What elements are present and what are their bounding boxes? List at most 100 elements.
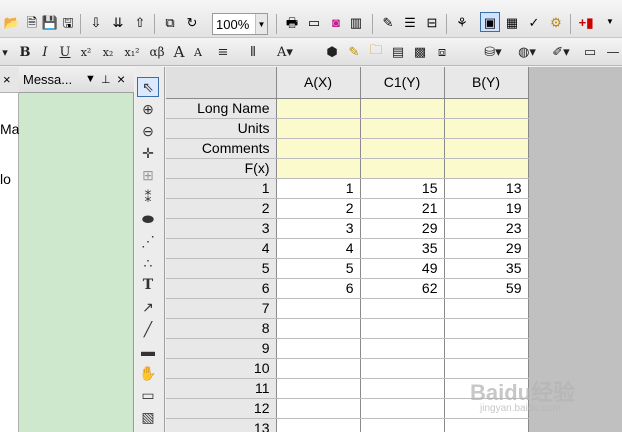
label-cell[interactable] — [444, 118, 529, 139]
italic-button[interactable]: I — [36, 42, 54, 62]
pin-icon[interactable]: ⊥ — [101, 73, 111, 86]
region-select-icon[interactable]: ▭ — [137, 385, 159, 405]
data-cell[interactable] — [360, 338, 445, 359]
folder-icon[interactable]: 🗀 — [366, 42, 386, 62]
import-icon[interactable]: ⇩ — [86, 12, 106, 32]
data-cell[interactable] — [276, 318, 361, 339]
fill-color-icon[interactable]: ⛁▾ — [478, 42, 508, 62]
greek-button[interactable]: αβ — [146, 42, 168, 62]
data-cell[interactable] — [444, 418, 529, 432]
print-icon[interactable]: 🖶 — [282, 12, 302, 32]
text-tool-icon[interactable]: T — [137, 275, 159, 295]
data-display-icon[interactable]: ▣ — [480, 12, 500, 32]
data-cell[interactable] — [360, 358, 445, 379]
label-cell[interactable] — [444, 98, 529, 119]
data-cell[interactable]: 35 — [360, 238, 445, 259]
pointer-icon[interactable]: ⇖ — [137, 77, 159, 97]
data-cell[interactable]: 15 — [360, 178, 445, 199]
column-header[interactable]: A(X) — [276, 67, 361, 99]
save-template-icon[interactable]: 🗎 — [22, 12, 42, 32]
close-icon[interactable]: × — [117, 71, 125, 87]
subscript-button[interactable]: x₂ — [98, 42, 118, 62]
zoom-panel-icon[interactable]: ▧ — [137, 407, 159, 427]
data-cell[interactable]: 5 — [276, 258, 361, 279]
data-cell[interactable]: 29 — [444, 238, 529, 259]
label-cell[interactable] — [444, 158, 529, 179]
row-header[interactable]: 8 — [166, 318, 277, 339]
select-all-corner[interactable] — [166, 67, 277, 99]
label-cell[interactable] — [360, 118, 445, 139]
row-header[interactable]: 10 — [166, 358, 277, 379]
save-icon[interactable]: 💾 — [40, 12, 60, 32]
label-cell[interactable] — [276, 118, 361, 139]
data-cell[interactable] — [276, 378, 361, 399]
slide-show-icon[interactable]: ▭ — [304, 12, 324, 32]
scale-icon[interactable]: ∴ — [137, 253, 159, 273]
data-cell[interactable] — [276, 358, 361, 379]
group-icon[interactable]: ▤ — [388, 42, 408, 62]
underline-button[interactable]: U — [56, 42, 74, 62]
gear-icon[interactable]: ⚙ — [546, 12, 566, 32]
draw-data-icon[interactable]: ⋰ — [137, 231, 159, 251]
zoom-out-icon[interactable]: ⊖ — [137, 121, 159, 141]
data-cell[interactable] — [276, 338, 361, 359]
object-icon[interactable]: ⬢ — [322, 42, 342, 62]
label-row-header[interactable]: Long Name — [166, 98, 277, 119]
open-icon[interactable]: 📂 — [2, 12, 22, 32]
duplicate-icon[interactable]: ⧉ — [160, 12, 180, 32]
row-header[interactable]: 5 — [166, 258, 277, 279]
data-cell[interactable]: 1 — [276, 178, 361, 199]
refresh-icon[interactable]: ↻ — [182, 12, 202, 32]
row-header[interactable]: 2 — [166, 198, 277, 219]
label-cell[interactable] — [276, 158, 361, 179]
column-lines-icon[interactable]: ⦀ — [240, 42, 266, 62]
import-multiple-icon[interactable]: ⇊ — [108, 12, 128, 32]
row-header[interactable]: 4 — [166, 238, 277, 259]
notes-icon[interactable]: ✓ — [524, 12, 544, 32]
data-cell[interactable] — [444, 338, 529, 359]
panel-menu-icon[interactable]: ▼ — [85, 73, 96, 85]
row-header[interactable]: 7 — [166, 298, 277, 319]
row-header[interactable]: 12 — [166, 398, 277, 419]
edit-icon[interactable]: ✎ — [344, 42, 364, 62]
data-cell[interactable]: 62 — [360, 278, 445, 299]
column-header[interactable]: C1(Y) — [360, 67, 445, 99]
layer-icon[interactable]: ◙ — [326, 12, 346, 32]
label-cell[interactable] — [276, 138, 361, 159]
zoom-combobox[interactable]: 100% ▼ — [212, 13, 268, 35]
data-cell[interactable] — [360, 298, 445, 319]
column-icon[interactable]: ▥ — [346, 12, 366, 32]
rectangle-tool-icon[interactable]: ▬ — [137, 341, 159, 361]
pan-hand-icon[interactable]: ✋ — [137, 363, 159, 383]
increase-font-button[interactable]: A — [170, 42, 188, 62]
superscript-button[interactable]: x² — [76, 42, 96, 62]
bold-button[interactable]: B — [16, 42, 34, 62]
decrease-font-button[interactable]: A — [190, 42, 206, 62]
toolbar-overflow-icon[interactable]: ▼ — [600, 12, 620, 32]
line-color-icon[interactable]: ✐▾ — [546, 42, 576, 62]
data-cell[interactable] — [360, 398, 445, 419]
data-cell[interactable] — [276, 398, 361, 419]
data-cell[interactable]: 13 — [444, 178, 529, 199]
data-cell[interactable]: 3 — [276, 218, 361, 239]
label-row-header[interactable]: Units — [166, 118, 277, 139]
data-cell[interactable]: 4 — [276, 238, 361, 259]
panel-close-icon[interactable]: × — [0, 67, 19, 93]
font-size-dropdown-icon[interactable]: ▾ — [0, 42, 10, 62]
data-cell[interactable] — [360, 318, 445, 339]
data-cell[interactable] — [444, 318, 529, 339]
mask-icon[interactable]: ⬬ — [137, 209, 159, 229]
row-header[interactable]: 13 — [166, 418, 277, 432]
pattern-icon[interactable]: ◍▾ — [512, 42, 542, 62]
data-cell[interactable]: 59 — [444, 278, 529, 299]
command-window-icon[interactable]: ⊟ — [422, 12, 442, 32]
line-width-icon[interactable]: — — [604, 42, 622, 62]
data-cell[interactable]: 19 — [444, 198, 529, 219]
data-cell[interactable]: 6 — [276, 278, 361, 299]
data-cell[interactable]: 21 — [360, 198, 445, 219]
project-explorer-icon[interactable]: ⚘ — [452, 12, 472, 32]
data-cell[interactable] — [444, 298, 529, 319]
label-row-header[interactable]: F(x) — [166, 158, 277, 179]
supersubscript-button[interactable]: x₁² — [120, 42, 144, 62]
chevron-down-icon[interactable]: ▼ — [255, 14, 267, 34]
